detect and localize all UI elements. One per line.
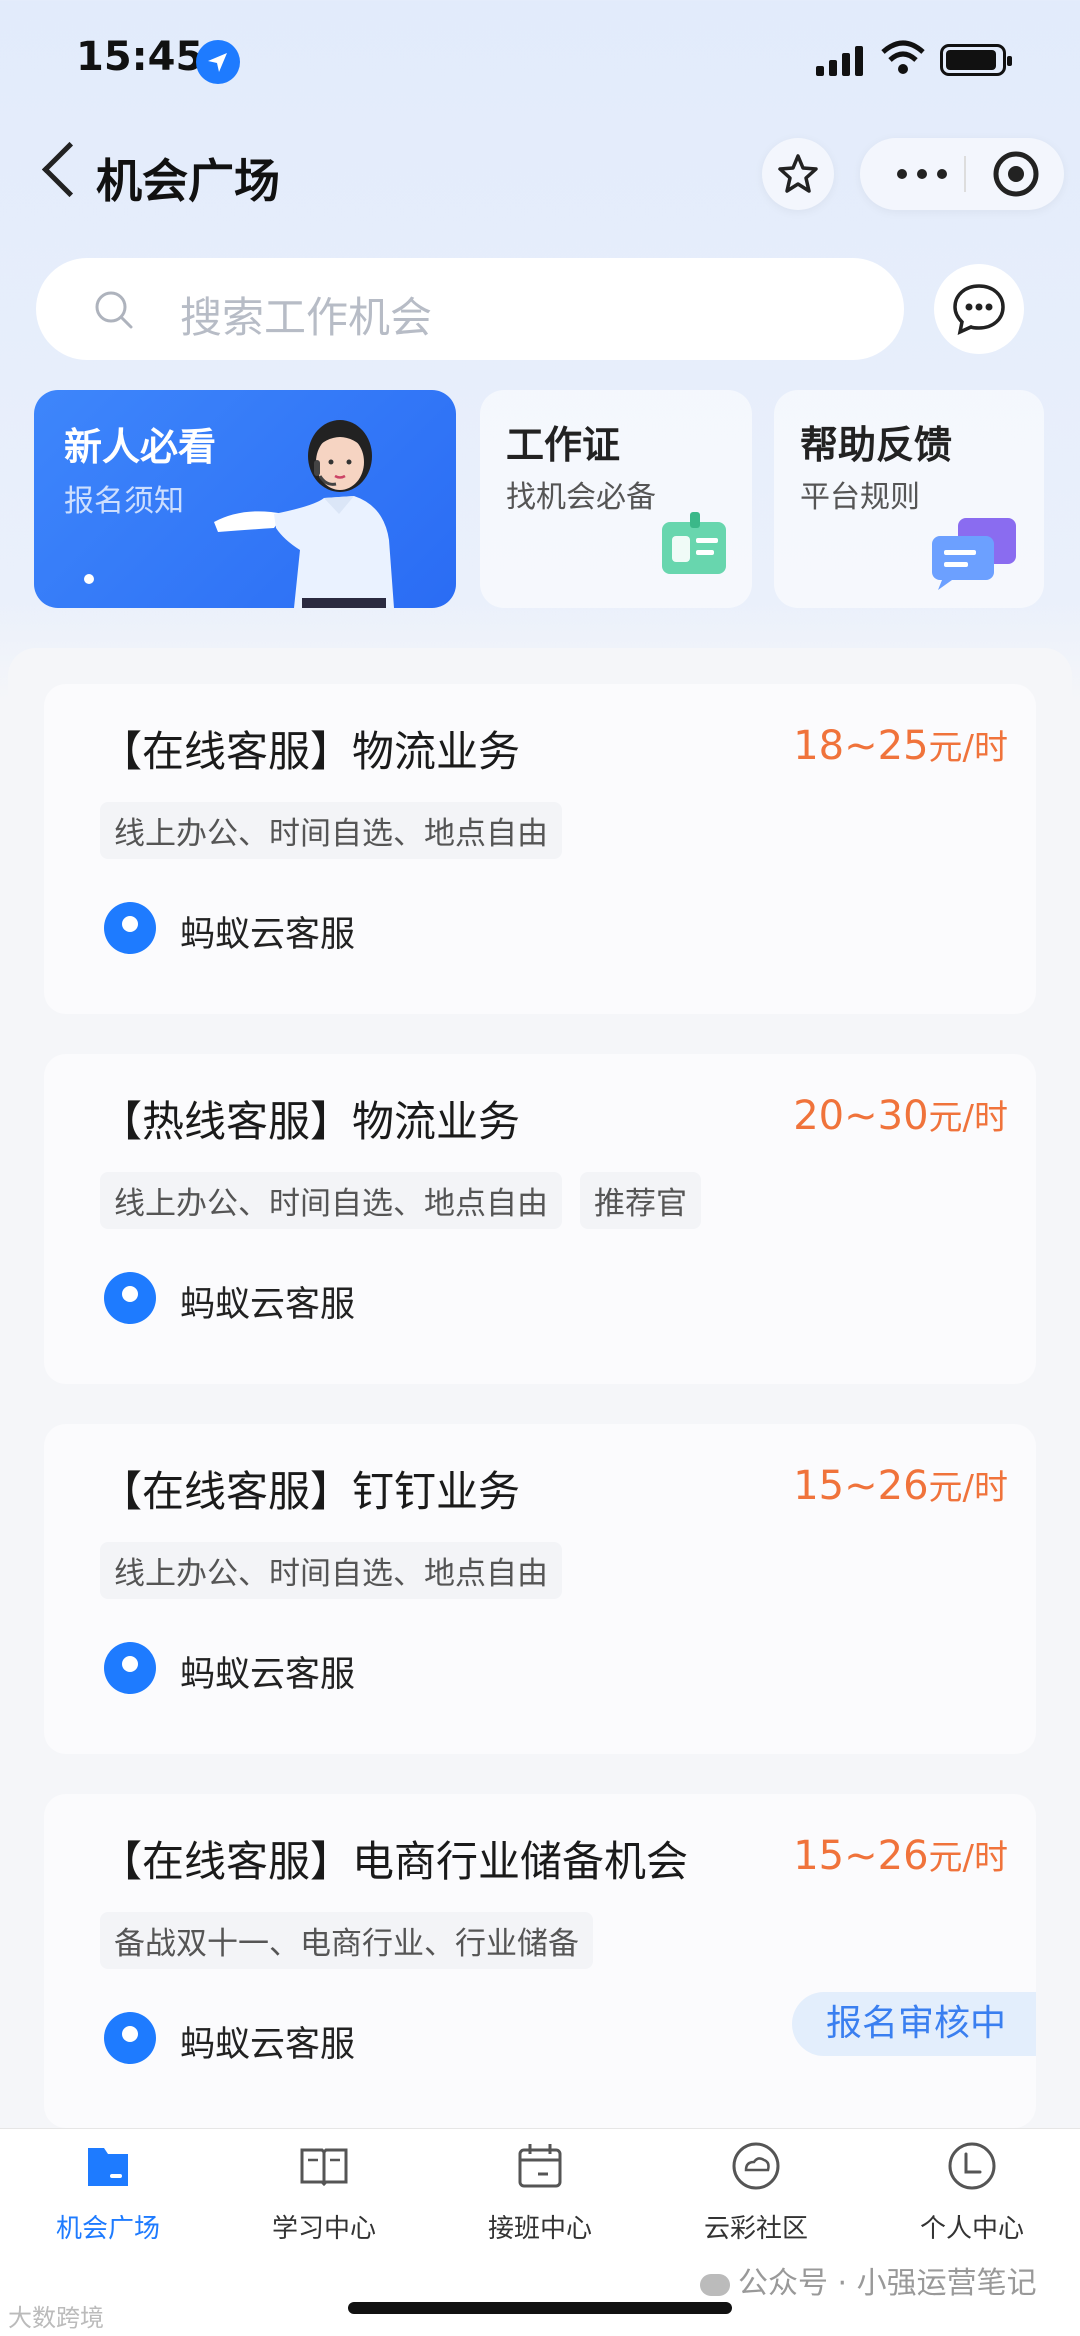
home-indicator xyxy=(348,2302,732,2314)
tab-label: 个人中心 xyxy=(919,2214,1024,2244)
cellular-signal-icon xyxy=(816,46,868,76)
search-placeholder: 搜索工作机会 xyxy=(180,293,433,342)
job-tag: 线上办公、时间自选、地点自由 xyxy=(100,1172,562,1229)
company-name: 蚂蚁云客服 xyxy=(180,1655,356,1695)
job-title: 【在线客服】物流业务 xyxy=(100,727,521,776)
calendar-icon xyxy=(518,2144,562,2188)
feature-subtitle: 找机会必备 xyxy=(506,480,656,515)
company-name: 蚂蚁云客服 xyxy=(180,915,356,955)
job-tag: 推荐官 xyxy=(580,1172,701,1229)
folder-icon xyxy=(88,2148,128,2186)
status-bar: 15:45 xyxy=(0,0,1080,120)
status-badge: 报名审核中 xyxy=(791,1992,1036,2056)
search-input[interactable] xyxy=(36,258,904,360)
tab-label: 接班中心 xyxy=(487,2214,592,2244)
company-name: 蚂蚁云客服 xyxy=(180,1285,356,1325)
tab-learning-center[interactable]: 学习中心 xyxy=(216,2138,432,2245)
feature-title: 帮助反馈 xyxy=(800,423,953,467)
job-tags: 备战双十一、电商行业、行业储备 xyxy=(100,1912,611,1969)
location-pin-icon xyxy=(104,902,156,954)
job-salary: 20~30元/时 xyxy=(793,1093,1008,1139)
tab-shift-center[interactable]: 接班中心 xyxy=(432,2138,648,2245)
tab-profile[interactable]: 个人中心 xyxy=(864,2138,1080,2245)
search-icon xyxy=(95,291,133,329)
tab-community[interactable]: 云彩社区 xyxy=(648,2138,864,2245)
tab-label: 机会广场 xyxy=(55,2214,160,2244)
miniapp-capsule xyxy=(860,138,1064,210)
location-pin-icon xyxy=(104,2012,156,2064)
cloud-icon xyxy=(732,2142,780,2190)
tab-opportunity-square[interactable]: 机会广场 xyxy=(0,2138,216,2245)
location-arrow-icon xyxy=(196,40,240,84)
job-tags: 线上办公、时间自选、地点自由 推荐官 xyxy=(100,1172,719,1229)
job-tag: 线上办公、时间自选、地点自由 xyxy=(100,802,562,859)
company-name: 蚂蚁云客服 xyxy=(180,2025,356,2065)
job-tags: 线上办公、时间自选、地点自由 xyxy=(100,802,580,859)
feature-title: 新人必看 xyxy=(64,425,217,469)
location-pin-icon xyxy=(104,1642,156,1694)
status-time: 15:45 xyxy=(76,34,204,80)
chat-bubble-icon xyxy=(953,284,1005,336)
feature-subtitle: 报名须知 xyxy=(64,484,184,519)
carousel-dot xyxy=(84,574,94,584)
more-icon[interactable] xyxy=(888,156,958,192)
watermark-text: 公众号 · 小强运营笔记 xyxy=(738,2266,1037,2301)
job-tag: 线上办公、时间自选、地点自由 xyxy=(100,1542,562,1599)
job-title: 【在线客服】电商行业储备机会 xyxy=(100,1837,689,1886)
location-pin-icon xyxy=(104,1272,156,1324)
watermark-left: 大数跨境 xyxy=(8,2304,104,2332)
job-card[interactable]: 【在线客服】钉钉业务 15~26元/时 线上办公、时间自选、地点自由 蚂蚁云客服 xyxy=(44,1424,1036,1754)
wechat-icon xyxy=(700,2273,730,2296)
watermark-right: 公众号 · 小强运营笔记 xyxy=(700,2258,1037,2302)
job-salary: 15~26元/时 xyxy=(793,1463,1008,1509)
message-button[interactable] xyxy=(934,264,1024,354)
tab-label: 云彩社区 xyxy=(703,2214,808,2244)
page-title: 机会广场 xyxy=(96,154,280,208)
id-badge-icon xyxy=(662,512,726,574)
book-icon xyxy=(300,2148,348,2187)
battery-icon xyxy=(940,44,1012,76)
wifi-icon xyxy=(880,40,926,80)
job-title: 【热线客服】物流业务 xyxy=(100,1097,521,1146)
job-card[interactable]: 【在线客服】物流业务 18~25元/时 线上办公、时间自选、地点自由 蚂蚁云客服 xyxy=(44,684,1036,1014)
tab-label: 学习中心 xyxy=(271,2214,376,2244)
favorite-button[interactable] xyxy=(762,138,834,210)
job-title: 【在线客服】钉钉业务 xyxy=(100,1467,521,1516)
job-card[interactable]: 【在线客服】电商行业储备机会 15~26元/时 备战双十一、电商行业、行业储备 … xyxy=(44,1794,1036,2128)
feedback-chat-icon xyxy=(932,518,1016,590)
close-miniapp-icon[interactable] xyxy=(976,148,1048,200)
user-icon xyxy=(948,2142,996,2190)
feature-subtitle: 平台规则 xyxy=(800,480,920,515)
feature-card-newcomer[interactable]: 新人必看 报名须知 xyxy=(34,390,456,608)
job-tags: 线上办公、时间自选、地点自由 xyxy=(100,1542,580,1599)
star-icon xyxy=(778,154,818,193)
feature-card-work-permit[interactable]: 工作证 找机会必备 xyxy=(480,390,752,608)
back-icon[interactable] xyxy=(41,141,98,198)
feature-card-help[interactable]: 帮助反馈 平台规则 xyxy=(774,390,1044,608)
customer-service-agent-illustration xyxy=(214,420,394,608)
job-card[interactable]: 【热线客服】物流业务 20~30元/时 线上办公、时间自选、地点自由 推荐官 蚂蚁… xyxy=(44,1054,1036,1384)
job-salary: 18~25元/时 xyxy=(793,723,1008,769)
job-salary: 15~26元/时 xyxy=(793,1833,1008,1879)
job-tag: 备战双十一、电商行业、行业储备 xyxy=(100,1912,593,1969)
feature-title: 工作证 xyxy=(506,423,621,467)
